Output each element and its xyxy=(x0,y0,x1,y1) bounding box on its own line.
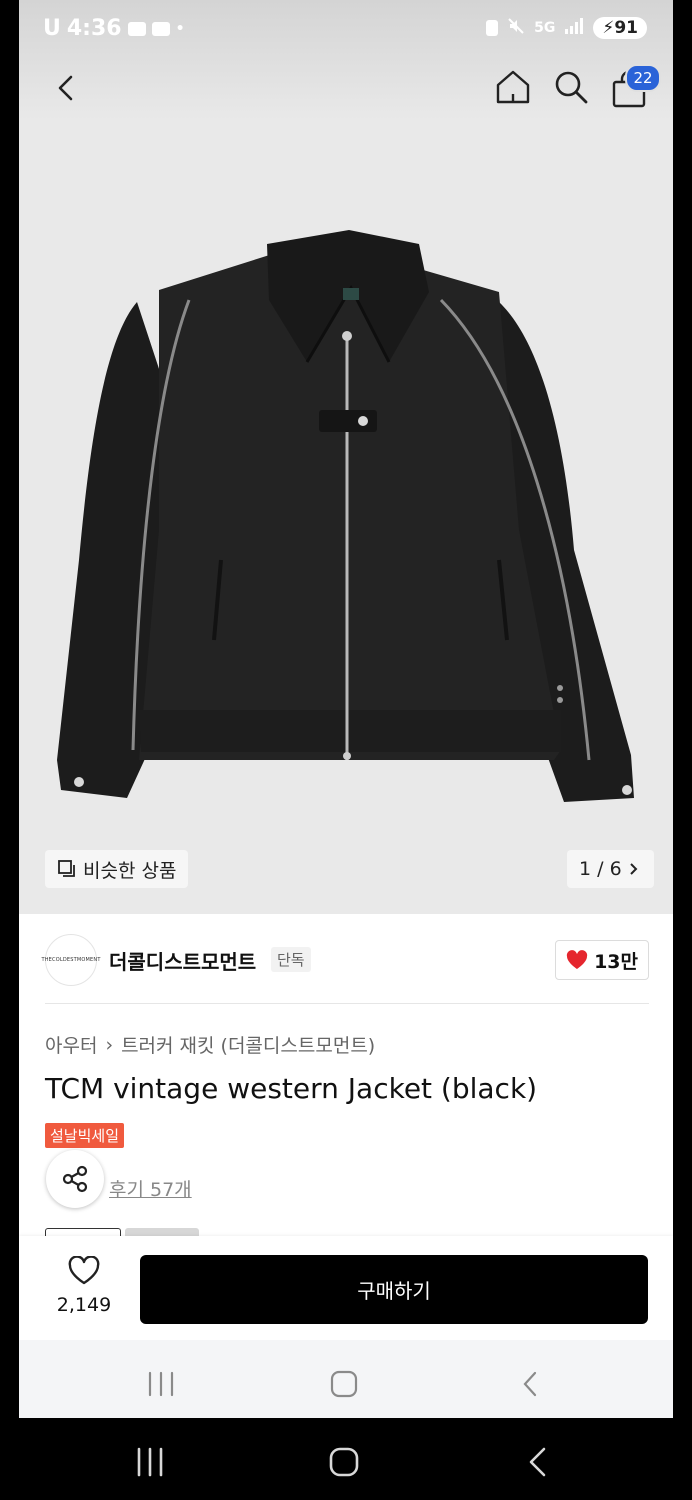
recents-icon xyxy=(137,1447,163,1477)
heart-outline-icon xyxy=(68,1255,100,1285)
wishlist-count: 2,149 xyxy=(56,1294,112,1316)
buy-button[interactable]: 구매하기 xyxy=(140,1255,648,1324)
top-nav: 22 xyxy=(19,60,673,116)
purchase-bar: 2,149 구매하기 xyxy=(19,1236,673,1340)
wishlist-button[interactable]: 2,149 xyxy=(47,1255,121,1324)
home-icon xyxy=(496,70,530,104)
mute-icon xyxy=(507,17,525,39)
back-button[interactable] xyxy=(49,70,85,106)
page-indicator: 1 / 6 xyxy=(579,858,622,880)
dot-icon: • xyxy=(175,20,185,37)
share-button[interactable] xyxy=(46,1150,104,1208)
status-left: U 4:36 • xyxy=(43,16,185,41)
clock: 4:36 xyxy=(66,16,122,41)
similar-products-label: 비슷한 상품 xyxy=(83,859,177,882)
home-nav-icon xyxy=(329,1447,359,1477)
sale-badge: 설날빅세일 xyxy=(45,1123,125,1148)
back-nav-icon xyxy=(529,1447,546,1477)
divider xyxy=(45,1003,649,1004)
share-icon xyxy=(62,1165,88,1193)
heart-filled-icon xyxy=(566,950,588,969)
carrier-label: U xyxy=(43,16,61,41)
exclusive-tag: 단독 xyxy=(271,947,311,972)
recents-button[interactable] xyxy=(130,1446,170,1478)
product-image-jacket[interactable] xyxy=(49,230,649,810)
app-system-nav xyxy=(19,1340,673,1418)
product-gallery[interactable]: U 4:36 • 5G ⚡91 22 비슷한 상품 1 / 6 xyxy=(19,0,673,914)
chevron-left-icon xyxy=(58,75,73,101)
similar-products-button[interactable]: 비슷한 상품 xyxy=(45,850,189,888)
youtube-icon xyxy=(151,21,170,36)
media-icon xyxy=(127,21,146,36)
breadcrumb: 아우터 › 트러커 재킷 (더콜디스트모먼트) xyxy=(45,1031,375,1058)
breadcrumb-separator-icon: › xyxy=(105,1033,114,1056)
chevron-right-icon xyxy=(629,863,638,875)
gallery-pager[interactable]: 1 / 6 xyxy=(567,850,654,888)
breadcrumb-subcategory[interactable]: 트러커 재킷 (더콜디스트모먼트) xyxy=(121,1031,375,1058)
brand-name[interactable]: 더콜디스트모먼트 xyxy=(109,946,256,975)
search-icon xyxy=(555,71,588,104)
home-nav-button[interactable] xyxy=(326,1444,362,1480)
battery-level: 91 xyxy=(614,18,638,38)
breadcrumb-category[interactable]: 아우터 xyxy=(45,1031,97,1058)
sim-icon xyxy=(486,20,499,36)
product-title: TCM vintage western Jacket (black) xyxy=(45,1072,538,1105)
app-screen: U 4:36 • 5G ⚡91 22 비슷한 상품 1 / 6 THECOLDE… xyxy=(19,0,673,1418)
brand-logo[interactable]: THECOLDESTMOMENT xyxy=(41,934,100,986)
jacket-image xyxy=(57,230,634,802)
brand-like-button[interactable]: 13만 xyxy=(555,940,649,980)
search-button[interactable] xyxy=(551,67,591,107)
copy-icon xyxy=(58,860,75,877)
signal-icon xyxy=(564,18,584,38)
cart-count-badge: 22 xyxy=(625,64,661,92)
battery-indicator: ⚡91 xyxy=(593,17,647,39)
status-bar: U 4:36 • 5G ⚡91 xyxy=(19,0,673,60)
home-button[interactable] xyxy=(493,67,533,107)
brand-like-count: 13만 xyxy=(594,950,638,973)
back-nav-button[interactable] xyxy=(520,1444,556,1480)
brand-row: THECOLDESTMOMENT 더콜디스트모먼트 단독 13만 xyxy=(41,934,649,988)
status-right: 5G ⚡91 xyxy=(486,17,647,39)
device-system-nav xyxy=(0,1418,692,1500)
network-label: 5G xyxy=(534,20,556,36)
reviews-link[interactable]: 후기 57개 xyxy=(109,1175,192,1202)
system-nav-icons xyxy=(148,1370,537,1398)
brand-logo-text: THECOLDESTMOMENT xyxy=(41,957,101,963)
